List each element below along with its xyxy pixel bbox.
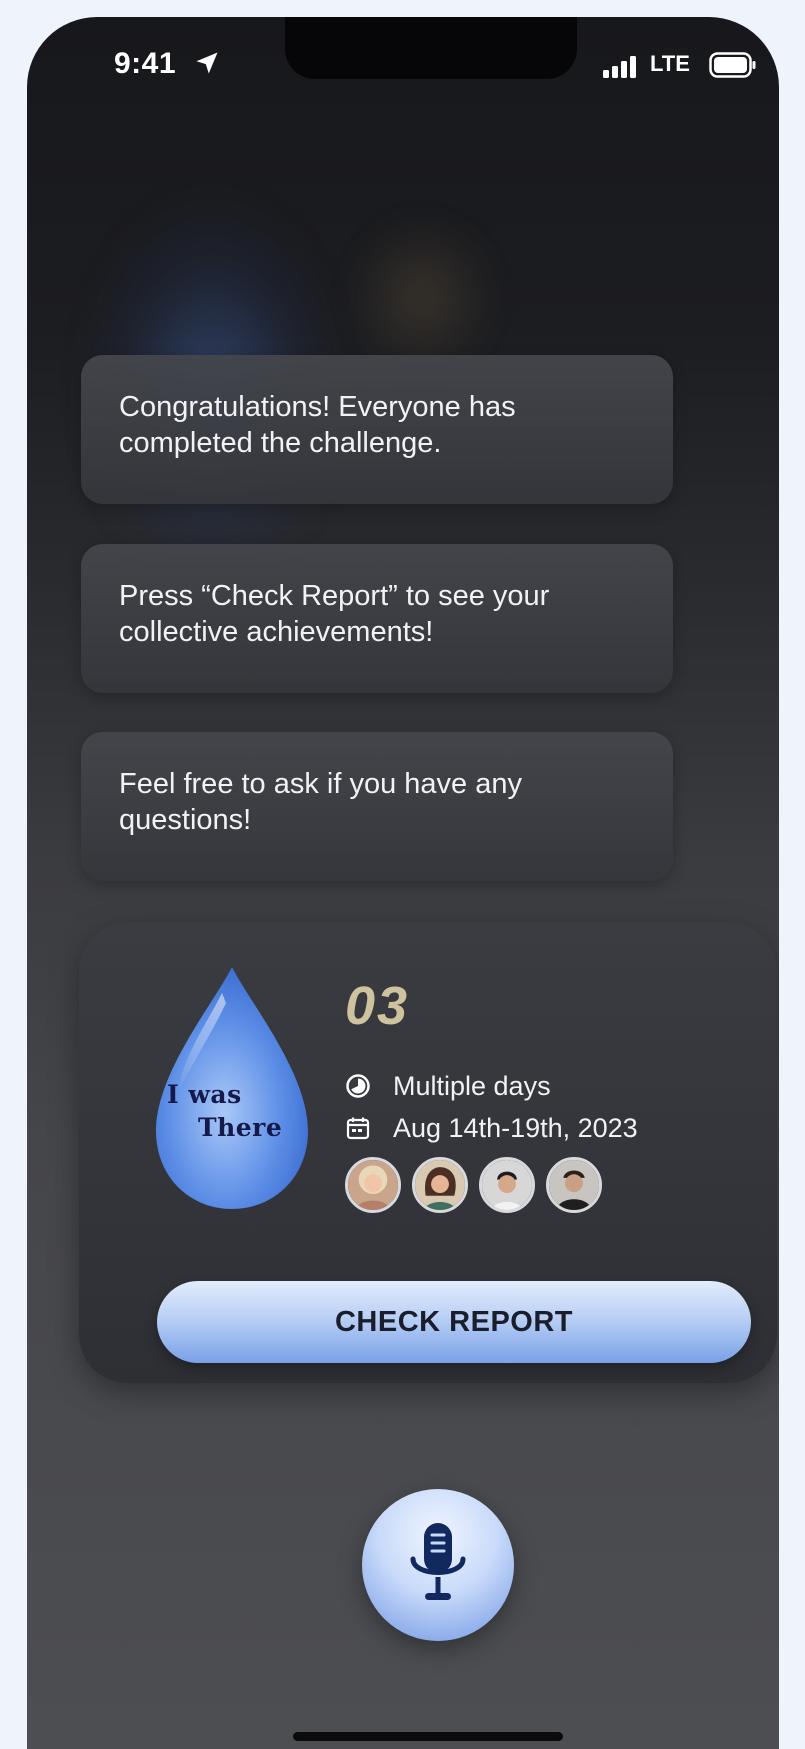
network-type: LTE (650, 51, 690, 76)
badge-text: There (198, 1113, 283, 1142)
location-arrow-icon (196, 52, 218, 74)
status-time: 9:41 (114, 47, 177, 80)
challenge-number: 03 (345, 976, 410, 1036)
challenge-duration: Multiple days (393, 1071, 551, 1101)
signal-bars-icon (603, 56, 636, 78)
calendar-icon (346, 1117, 370, 1140)
avatar-photo-icon (348, 1160, 398, 1210)
microphone-button[interactable] (362, 1489, 514, 1641)
home-indicator[interactable] (293, 1732, 563, 1741)
phone-screen: 9:41 LTE Congratulations! Everyone has c… (27, 17, 779, 1749)
microphone-icon (410, 1523, 466, 1600)
check-report-button[interactable]: CHECK REPORT (157, 1281, 751, 1363)
background-blur-light (347, 217, 497, 377)
assistant-message: Feel free to ask if you have any questio… (81, 732, 673, 881)
challenge-dates: Aug 14th-19th, 2023 (393, 1113, 638, 1143)
avatar-photo-icon (549, 1160, 599, 1210)
challenge-card: I was There 03 Multiple days Aug 14th-19… (79, 923, 777, 1383)
assistant-message: Congratulations! Everyone has completed … (81, 355, 673, 504)
badge-text: I was (167, 1080, 242, 1109)
participant-avatar[interactable] (412, 1157, 468, 1213)
assistant-message: Press “Check Report” to see your collect… (81, 544, 673, 693)
avatar-photo-icon (482, 1160, 532, 1210)
avatar-photo-icon (415, 1160, 465, 1210)
participant-avatar[interactable] (345, 1157, 401, 1213)
participant-avatar[interactable] (479, 1157, 535, 1213)
device-notch (285, 17, 577, 79)
clock-icon (346, 1074, 370, 1098)
battery-icon (709, 52, 756, 78)
participant-avatar[interactable] (546, 1157, 602, 1213)
